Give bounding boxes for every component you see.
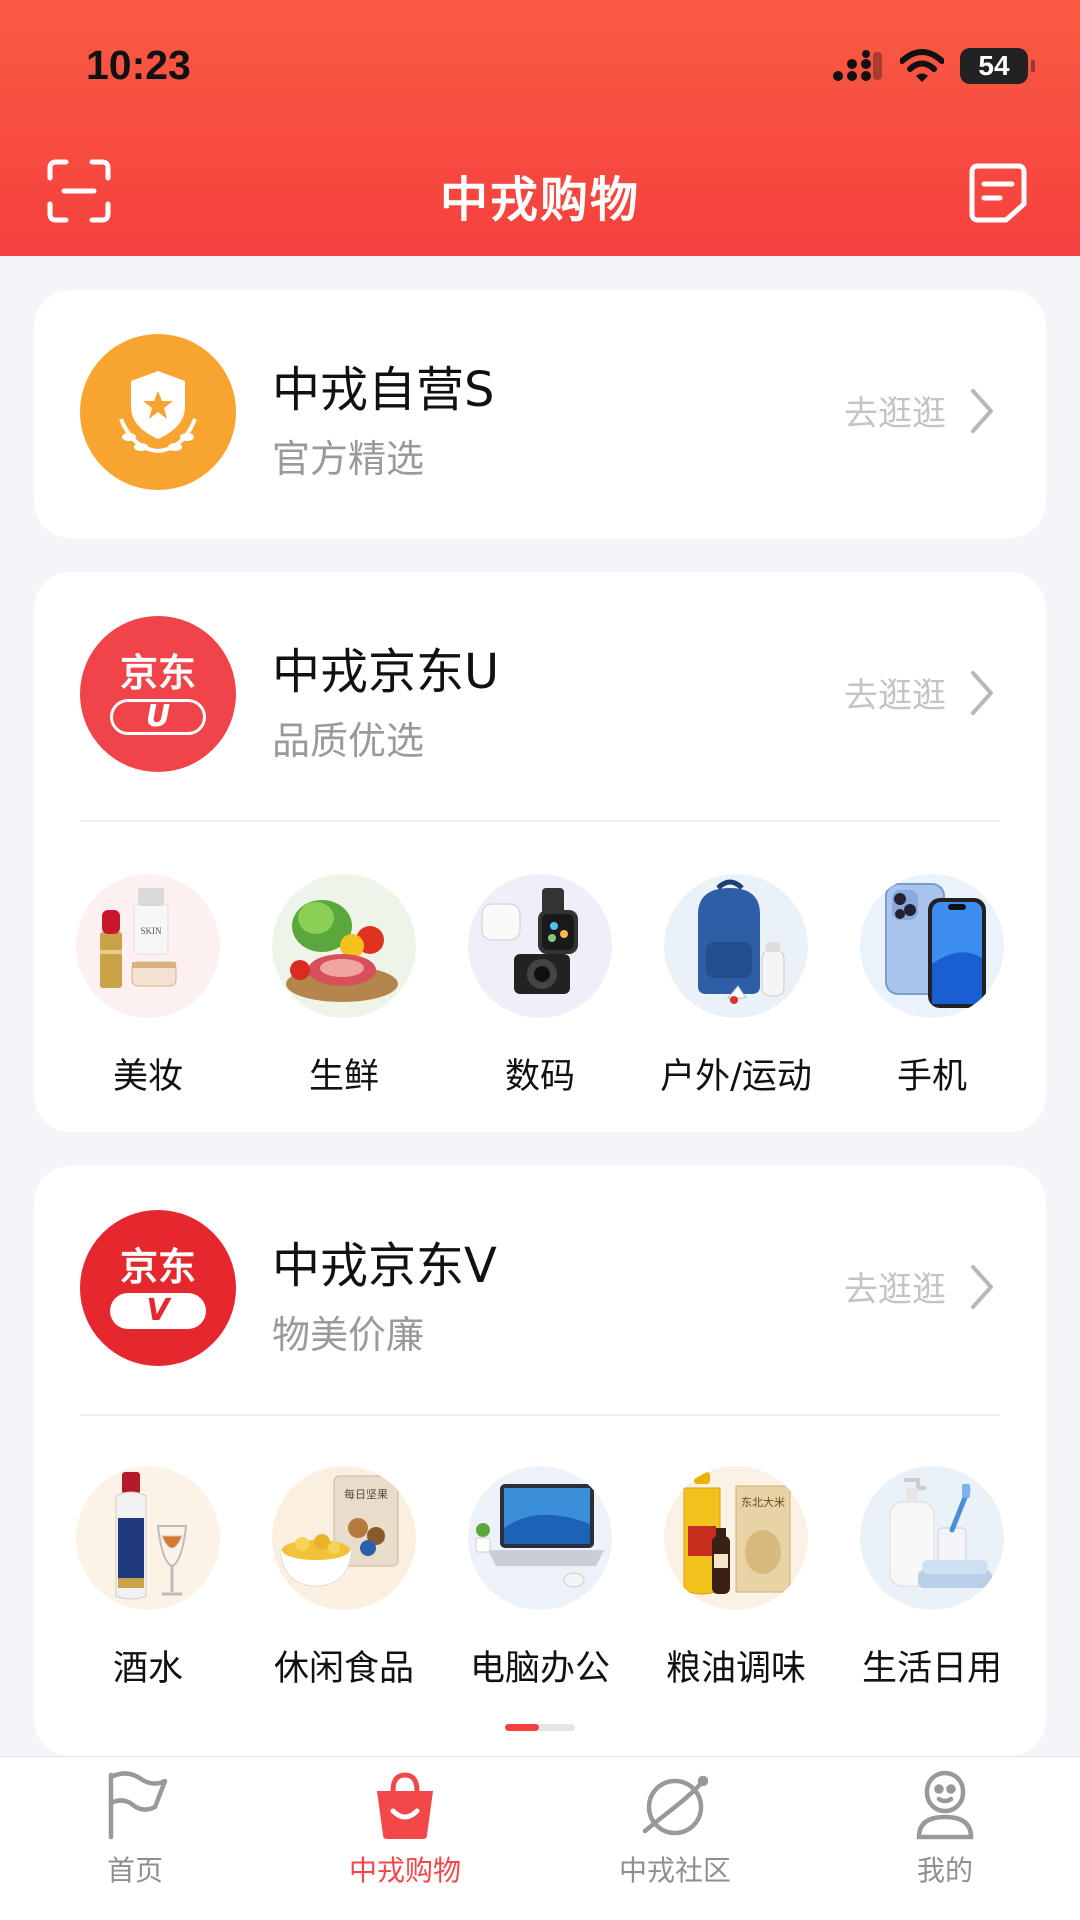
tab-label: 我的: [916, 1854, 973, 1887]
self-operated-logo: [80, 334, 236, 490]
store-card-jd-u: 京东 U 中戎京东U 品质优选 去逛逛 SKIN 美妆 生鲜 数码 户外/运动 …: [34, 572, 1046, 1132]
category-label: 生活日用: [861, 1649, 1002, 1689]
store-header-jd-v[interactable]: 京东 V 中戎京东V 物美价廉 去逛逛: [34, 1166, 1046, 1396]
store-subtitle: 官方精选: [272, 437, 425, 481]
chevron-right-icon: [971, 1264, 993, 1309]
category-beauty[interactable]: SKIN 美妆: [76, 874, 220, 1099]
jd-logo-text: 京东: [119, 1245, 196, 1289]
category-snacks[interactable]: 每日坚果 休闲食品: [272, 1466, 416, 1691]
category-digital[interactable]: 数码: [468, 874, 612, 1099]
divider: [80, 1414, 1000, 1416]
category-label: 酒水: [112, 1649, 183, 1689]
page-title: 中戎购物: [439, 172, 640, 228]
liquor-bottle-icon: [76, 1466, 220, 1610]
digital-devices-icon: [468, 874, 612, 1018]
category-outdoor[interactable]: 户外/运动: [660, 874, 812, 1099]
cellular-signal-icon: [833, 50, 882, 81]
store-name: 中戎京东V: [272, 1238, 497, 1294]
status-time: 10:23: [86, 42, 191, 88]
category-label: 粮油调味: [665, 1649, 806, 1689]
tab-bar: 首页 中戎购物 中戎社区 我的: [0, 1756, 1080, 1920]
jd-logo-text: 京东: [119, 651, 196, 695]
go-browse-label: 去逛逛: [844, 394, 946, 434]
category-fresh[interactable]: 生鲜: [272, 874, 416, 1099]
battery-indicator: 54: [960, 48, 1035, 84]
category-computer-office[interactable]: 电脑办公: [468, 1466, 612, 1691]
profile-icon: [916, 1770, 974, 1840]
store-header-jd-u[interactable]: 京东 U 中戎京东U 品质优选 去逛逛: [34, 572, 1046, 802]
category-daily-use[interactable]: 生活日用: [860, 1466, 1004, 1691]
grain-oil-icon: 东北大米: [664, 1466, 808, 1610]
jd-u-badge-text: U: [145, 699, 171, 734]
go-browse-label: 去逛逛: [844, 1270, 946, 1310]
nuts-label: 每日坚果: [344, 1487, 388, 1501]
skin-label: SKIN: [140, 926, 162, 936]
shopping-bag-icon: [377, 1772, 433, 1839]
wifi-icon: [900, 49, 944, 82]
chevron-right-icon: [971, 670, 993, 715]
page-indicator: [505, 1724, 575, 1731]
store-subtitle: 品质优选: [272, 719, 425, 763]
category-row: SKIN 美妆 生鲜 数码 户外/运动 手机: [34, 874, 1046, 1099]
shield-star-icon: [119, 371, 197, 453]
tab-label: 中戎社区: [618, 1854, 731, 1887]
store-name: 中戎京东U: [272, 644, 500, 700]
app-header: 10:23 54 中戎购物: [0, 0, 1080, 256]
tab-community[interactable]: 中戎社区: [540, 1757, 810, 1920]
store-subtitle: 物美价廉: [272, 1313, 425, 1357]
category-label: 休闲食品: [273, 1649, 414, 1689]
jd-v-badge: V: [110, 1293, 206, 1329]
jd-u-logo: 京东 U: [80, 616, 236, 772]
category-liquor[interactable]: 酒水: [76, 1466, 220, 1691]
rice-label: 东北大米: [741, 1495, 785, 1509]
planet-icon: [642, 1775, 709, 1836]
tab-label: 中戎购物: [348, 1854, 461, 1887]
snack-food-icon: 每日坚果: [272, 1466, 416, 1610]
status-icons: 54: [832, 46, 1035, 86]
category-label: 电脑办公: [469, 1649, 610, 1689]
jd-v-logo: 京东 V: [80, 1210, 236, 1366]
fresh-produce-icon: [272, 874, 416, 1018]
category-phone[interactable]: 手机: [860, 874, 1004, 1099]
go-browse-link[interactable]: 去逛逛: [844, 668, 994, 717]
page-indicator-active: [505, 1724, 539, 1731]
tab-label: 首页: [106, 1854, 163, 1887]
category-label: 美妆: [112, 1057, 183, 1097]
category-row: 酒水 每日坚果 休闲食品 电脑办公 东北大米 粮油调味 生活日用: [34, 1466, 1046, 1691]
order-list-icon[interactable]: [968, 162, 1028, 224]
laptop-icon: [468, 1466, 612, 1610]
category-label: 手机: [896, 1057, 967, 1097]
tab-profile[interactable]: 我的: [810, 1757, 1080, 1920]
store-name: 中戎自营S: [272, 362, 495, 418]
tab-shopping[interactable]: 中戎购物: [270, 1757, 540, 1920]
store-card-self[interactable]: 中戎自营S 官方精选 去逛逛: [34, 290, 1046, 538]
store-card-jd-v: 京东 V 中戎京东V 物美价廉 去逛逛 酒水 每日坚果 休闲食品 电脑办公 东北…: [34, 1166, 1046, 1756]
jd-u-badge: U: [110, 699, 206, 735]
daily-goods-icon: [860, 1466, 1004, 1610]
category-grain-oil[interactable]: 东北大米 粮油调味: [664, 1466, 808, 1691]
category-label: 户外/运动: [660, 1057, 812, 1097]
chevron-right-icon: [971, 388, 993, 433]
go-browse-label: 去逛逛: [844, 676, 946, 716]
category-label: 生鲜: [308, 1057, 379, 1097]
flag-icon: [108, 1771, 168, 1840]
smartphone-icon: [860, 874, 1004, 1018]
backpack-icon: [664, 874, 808, 1018]
lipstick-skincare-icon: SKIN: [76, 874, 220, 1018]
divider: [80, 820, 1000, 822]
go-browse-link[interactable]: 去逛逛: [844, 386, 994, 435]
go-browse-link[interactable]: 去逛逛: [844, 1262, 994, 1311]
category-label: 数码: [504, 1057, 575, 1097]
jd-v-badge-text: V: [146, 1293, 170, 1328]
tab-home[interactable]: 首页: [0, 1757, 270, 1920]
